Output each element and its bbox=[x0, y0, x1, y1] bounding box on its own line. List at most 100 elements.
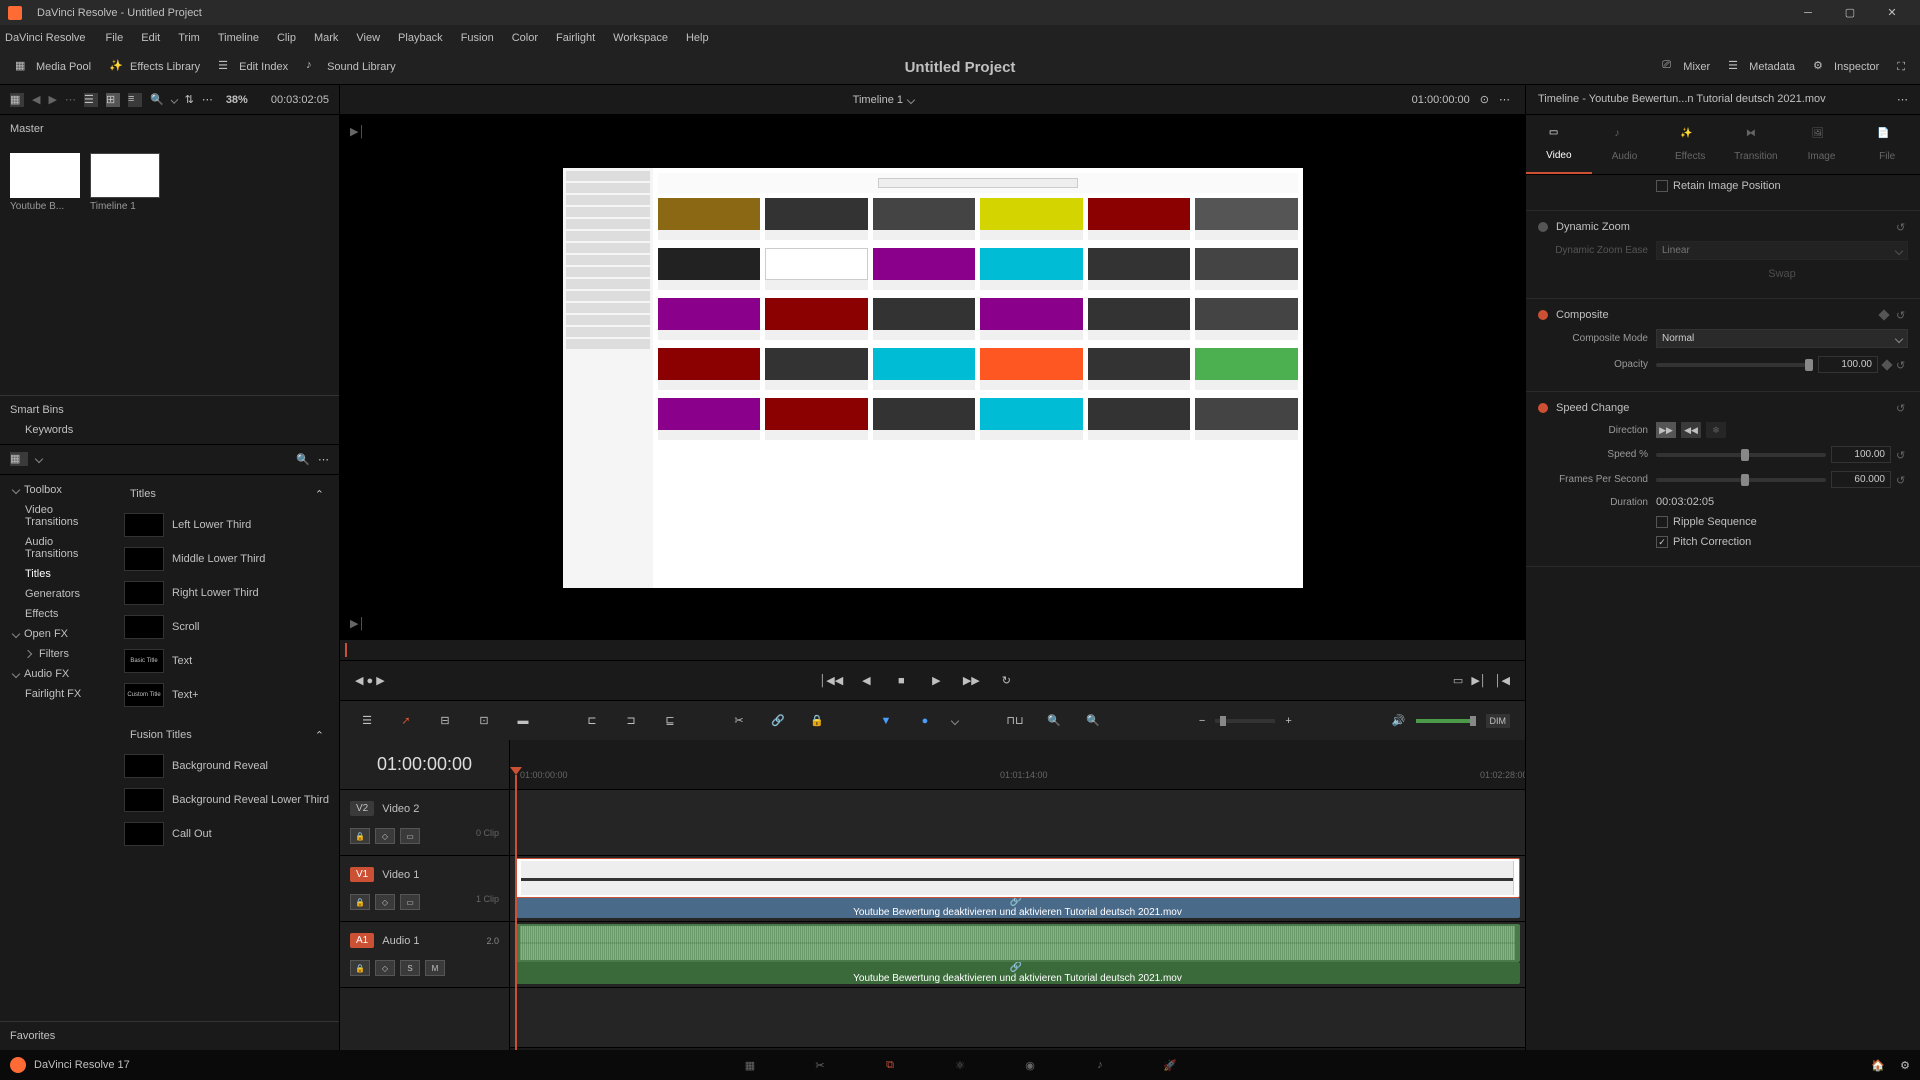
inspector-tab-effects[interactable]: ✨ Effects bbox=[1657, 115, 1723, 174]
thumb-view-toggle[interactable]: ⊞ bbox=[106, 93, 120, 107]
menu-fairlight[interactable]: Fairlight bbox=[548, 29, 603, 47]
menu-workspace[interactable]: Workspace bbox=[605, 29, 676, 47]
effects-view-button[interactable]: ▦ bbox=[10, 452, 28, 466]
media-pool-toggle[interactable]: ▦Media Pool bbox=[10, 56, 96, 78]
timeline-ruler[interactable]: 01:00:00:00 01:01:14:00 01:02:28:00 bbox=[510, 740, 1525, 790]
filters-category[interactable]: Filters bbox=[5, 644, 110, 664]
track-lane-a1[interactable]: 🔗 Youtube Bewertung deaktivieren und akt… bbox=[510, 922, 1525, 988]
track-a1-lock[interactable]: 🔒 bbox=[350, 960, 370, 976]
fps-input[interactable]: 60.000 bbox=[1831, 471, 1891, 488]
track-v1-enable[interactable]: ▭ bbox=[400, 894, 420, 910]
duration-value[interactable]: 00:03:02:05 bbox=[1656, 496, 1714, 508]
play-button[interactable]: ▶ bbox=[926, 671, 946, 691]
dynamic-zoom-reset-icon[interactable]: ↺ bbox=[1896, 221, 1908, 233]
direction-forward-button[interactable]: ▶▶ bbox=[1656, 422, 1676, 438]
inspector-tab-audio[interactable]: ♪ Audio bbox=[1592, 115, 1658, 174]
opacity-keyframe-icon[interactable] bbox=[1881, 359, 1892, 370]
sort-icon[interactable]: ⇅ bbox=[185, 93, 194, 106]
match-frame-icon[interactable]: ▭ bbox=[1453, 674, 1463, 687]
inspector-tab-transition[interactable]: ⧓ Transition bbox=[1723, 115, 1789, 174]
composite-mode-select[interactable]: Normal bbox=[1656, 329, 1908, 348]
minimize-button[interactable]: ─ bbox=[1788, 3, 1828, 23]
timeline-view-options[interactable]: ☰ bbox=[355, 709, 379, 733]
swap-button[interactable]: Swap bbox=[1768, 268, 1796, 280]
mixer-toggle[interactable]: ⎚Mixer bbox=[1657, 56, 1715, 78]
speed-input[interactable]: 100.00 bbox=[1831, 446, 1891, 463]
search-icon[interactable]: 🔍 bbox=[150, 93, 164, 106]
title-left-lower-third[interactable]: Left Lower Third bbox=[120, 509, 334, 541]
title-middle-lower-third[interactable]: Middle Lower Third bbox=[120, 543, 334, 575]
fps-slider[interactable] bbox=[1656, 478, 1826, 482]
menu-view[interactable]: View bbox=[348, 29, 388, 47]
deliver-page-button[interactable]: 🚀 bbox=[1155, 1055, 1185, 1075]
menu-mark[interactable]: Mark bbox=[306, 29, 346, 47]
audio-clip[interactable]: 🔗 Youtube Bewertung deaktivieren und akt… bbox=[515, 962, 1520, 984]
retain-image-position-checkbox[interactable] bbox=[1656, 180, 1668, 192]
media-page-button[interactable]: ▦ bbox=[735, 1055, 765, 1075]
video-clip[interactable]: 🔗 Youtube Bewertung deaktivieren und akt… bbox=[515, 898, 1520, 918]
track-lane-empty[interactable] bbox=[510, 988, 1525, 1048]
viewer[interactable]: ▶│ bbox=[340, 115, 1525, 640]
link-button[interactable]: 🔗 bbox=[766, 709, 790, 733]
viewer-next-icon[interactable]: ▶│ bbox=[350, 617, 365, 630]
track-lane-v1[interactable]: 🔗 Youtube Bewertung deaktivieren und akt… bbox=[510, 856, 1525, 922]
direction-reverse-button[interactable]: ◀◀ bbox=[1681, 422, 1701, 438]
inspector-tab-video[interactable]: ▭ Video bbox=[1526, 115, 1592, 174]
volume-slider[interactable] bbox=[1416, 719, 1476, 723]
track-v1-badge[interactable]: V1 bbox=[350, 867, 374, 882]
dynamic-trim-tool[interactable]: ⊡ bbox=[472, 709, 496, 733]
title-text[interactable]: Basic TitleText bbox=[120, 645, 334, 677]
speed-reset-icon[interactable]: ↺ bbox=[1896, 449, 1908, 461]
audio-clip-wave[interactable] bbox=[515, 924, 1520, 962]
timeline-tracks[interactable]: 01:00:00:00 01:01:14:00 01:02:28:00 🔗 Yo… bbox=[510, 740, 1525, 1050]
toolbox-category[interactable]: Toolbox bbox=[5, 480, 110, 500]
titles-category[interactable]: Titles bbox=[5, 564, 110, 584]
insert-clip-button[interactable]: ⊏ bbox=[580, 709, 604, 733]
viewer-sync-icon[interactable]: ⊙ bbox=[1480, 93, 1489, 106]
menu-trim[interactable]: Trim bbox=[170, 29, 208, 47]
inspector-toggle[interactable]: ⚙Inspector bbox=[1808, 56, 1884, 78]
generators-category[interactable]: Generators bbox=[5, 584, 110, 604]
loop-button[interactable]: ↻ bbox=[996, 671, 1016, 691]
zoom-out-button[interactable]: − bbox=[1199, 715, 1205, 727]
home-button[interactable]: 🏠 bbox=[1871, 1059, 1885, 1072]
title-scroll[interactable]: Scroll bbox=[120, 611, 334, 643]
timeline-name-dropdown[interactable]: Timeline 1 bbox=[853, 94, 914, 106]
track-v2-lock[interactable]: 🔒 bbox=[350, 828, 370, 844]
effects-search-icon[interactable]: 🔍 bbox=[296, 453, 310, 466]
composite-keyframe-icon[interactable] bbox=[1878, 309, 1889, 320]
viewer-options-icon[interactable]: ⋯ bbox=[1499, 93, 1510, 106]
opacity-slider[interactable] bbox=[1656, 363, 1813, 367]
media-clip-0[interactable]: Youtube B... bbox=[10, 153, 80, 212]
replace-clip-button[interactable]: ⊑ bbox=[658, 709, 682, 733]
menu-edit[interactable]: Edit bbox=[133, 29, 168, 47]
menu-clip[interactable]: Clip bbox=[269, 29, 304, 47]
metadata-toggle[interactable]: ☰Metadata bbox=[1723, 56, 1800, 78]
composite-reset-icon[interactable]: ↺ bbox=[1896, 309, 1908, 321]
track-a1-auto[interactable]: ◇ bbox=[375, 960, 395, 976]
viewer-prev-icon[interactable]: ▶│ bbox=[350, 125, 365, 138]
viewer-timecode[interactable]: 01:00:00:00 bbox=[1412, 94, 1470, 106]
menu-fusion[interactable]: Fusion bbox=[453, 29, 502, 47]
track-v2-enable[interactable]: ▭ bbox=[400, 828, 420, 844]
zoom-in-button[interactable]: + bbox=[1285, 715, 1291, 727]
in-out-range-icon[interactable]: ◀ ● ▶ bbox=[355, 674, 385, 687]
keywords-bin[interactable]: Keywords bbox=[10, 424, 329, 436]
go-to-start-icon[interactable]: │◀ bbox=[1495, 674, 1510, 687]
menu-timeline[interactable]: Timeline bbox=[210, 29, 267, 47]
zoom-to-fit-button[interactable]: 🔍 bbox=[1042, 709, 1066, 733]
smart-bins-header[interactable]: Smart Bins bbox=[10, 404, 329, 416]
maximize-button[interactable]: ▢ bbox=[1830, 3, 1870, 23]
go-to-end-icon[interactable]: ▶│ bbox=[1471, 674, 1486, 687]
prev-frame-button[interactable]: ◀ bbox=[856, 671, 876, 691]
next-frame-button[interactable]: ▶▶ bbox=[961, 671, 981, 691]
audio-transitions-category[interactable]: Audio Transitions bbox=[5, 532, 110, 564]
video-clip-thumbs[interactable] bbox=[515, 858, 1520, 898]
zoom-button[interactable]: 🔍 bbox=[1081, 709, 1105, 733]
ripple-sequence-checkbox[interactable] bbox=[1656, 516, 1668, 528]
viewer-scrubber[interactable] bbox=[340, 640, 1525, 660]
inspector-tab-image[interactable]: 🖼 Image bbox=[1789, 115, 1855, 174]
effects-library-toggle[interactable]: ✨Effects Library bbox=[104, 56, 205, 78]
track-v2-auto[interactable]: ◇ bbox=[375, 828, 395, 844]
audio-mute-icon[interactable]: 🔊 bbox=[1392, 714, 1406, 727]
